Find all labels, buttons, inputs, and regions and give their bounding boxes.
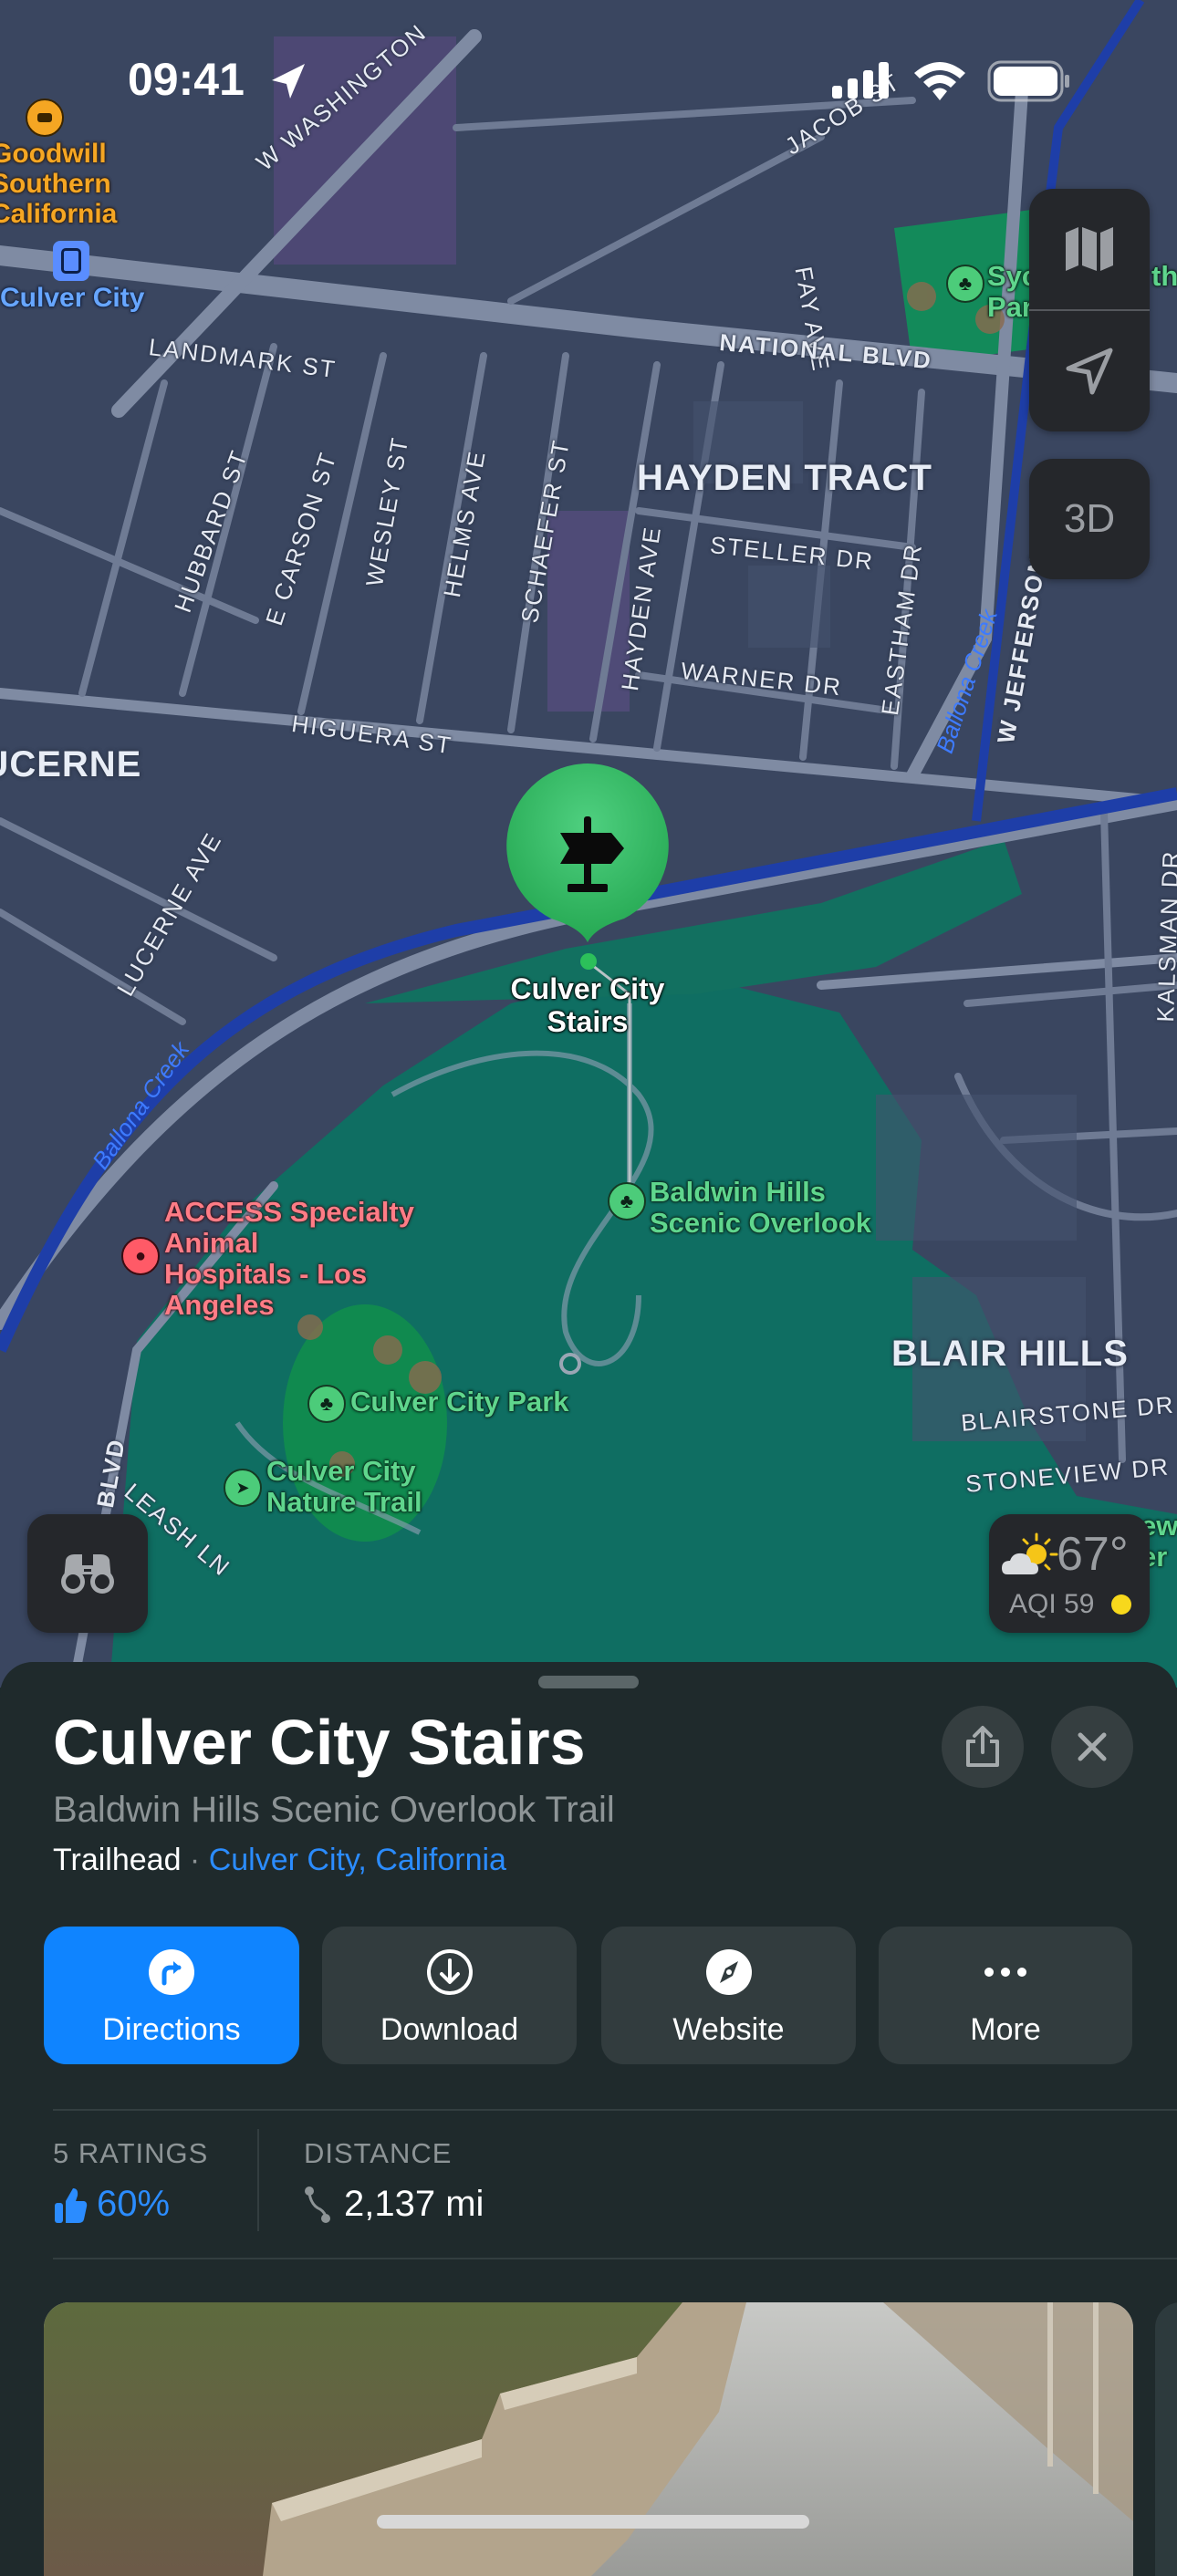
map-icon bbox=[1066, 227, 1113, 271]
more-button[interactable]: More bbox=[879, 1927, 1132, 2064]
poi-baldwin-overlook-marker[interactable]: ♣ bbox=[608, 1182, 646, 1220]
battery-icon bbox=[987, 60, 1069, 102]
location-arrow-icon bbox=[1066, 348, 1113, 395]
binoculars-icon bbox=[61, 1554, 114, 1594]
directions-label: Directions bbox=[102, 2012, 241, 2047]
distance-value-row: 2,137 mi bbox=[304, 2184, 484, 2225]
route-icon bbox=[305, 2186, 330, 2223]
signpost-icon: ➤ bbox=[235, 1478, 250, 1497]
location-arrow-icon bbox=[272, 64, 305, 99]
map-controls-group bbox=[1029, 189, 1150, 431]
signpost-icon bbox=[542, 807, 633, 898]
3d-toggle-button[interactable]: 3D bbox=[1029, 459, 1150, 579]
neighborhood-label-blair-hills: BLAIR HILLS bbox=[891, 1334, 1129, 1374]
status-time: 09:41 bbox=[128, 54, 245, 105]
poi-label-sycamore-park-right: th bbox=[1151, 260, 1177, 292]
ratings-value: 60% bbox=[97, 2184, 171, 2224]
ratings-value-row[interactable]: 60% bbox=[53, 2184, 170, 2225]
distance-label: DISTANCE bbox=[304, 2137, 453, 2169]
poi-label-access-specialty[interactable]: ACCESS Specialty Animal Hospitals - Los … bbox=[164, 1197, 414, 1321]
section-divider bbox=[53, 2109, 1177, 2111]
partly-cloudy-icon bbox=[1002, 1532, 1058, 1574]
share-icon bbox=[966, 1726, 999, 1767]
poi-culver-city-station-marker[interactable] bbox=[53, 241, 89, 281]
place-location-link[interactable]: Culver City, California bbox=[209, 1843, 506, 1877]
ellipsis-icon bbox=[982, 1948, 1029, 1996]
poi-culver-city-park-marker[interactable]: ♣ bbox=[307, 1385, 346, 1423]
poi-nature-trail-marker[interactable]: ➤ bbox=[224, 1469, 262, 1507]
aqi-label: AQI 59 bbox=[1009, 1589, 1095, 1619]
place-title: Culver City Stairs bbox=[53, 1707, 586, 1778]
directions-button[interactable]: Directions bbox=[44, 1927, 299, 2064]
download-icon bbox=[426, 1948, 474, 1996]
train-icon bbox=[61, 248, 81, 274]
look-around-button[interactable] bbox=[27, 1514, 148, 1633]
ratings-label: 5 RATINGS bbox=[53, 2137, 209, 2169]
poi-access-specialty-marker[interactable]: ● bbox=[121, 1237, 160, 1275]
meta-separator: · bbox=[181, 1843, 209, 1877]
map-view[interactable]: HAYDEN TRACT LUCERNE BLAIR HILLS W WASHI… bbox=[0, 0, 1177, 1688]
home-indicator[interactable] bbox=[377, 2515, 809, 2529]
tree-icon: ♣ bbox=[620, 1189, 634, 1212]
place-meta: Trailhead · Culver City, California bbox=[53, 1843, 506, 1878]
place-photo[interactable] bbox=[44, 2302, 1133, 2576]
download-label: Download bbox=[380, 2012, 519, 2047]
website-label: Website bbox=[672, 2012, 785, 2047]
neighborhood-label-lucerne: LUCERNE bbox=[0, 744, 142, 784]
tree-icon: ♣ bbox=[958, 272, 973, 295]
tree-icon: ♣ bbox=[319, 1392, 334, 1415]
cellular-signal-icon bbox=[832, 62, 889, 99]
selected-place-label[interactable]: Culver City Stairs bbox=[496, 972, 679, 1038]
place-photo-next[interactable] bbox=[1155, 2302, 1177, 2576]
status-bar: 09:41 bbox=[0, 0, 1177, 155]
poi-sycamore-park-marker[interactable]: ♣ bbox=[946, 265, 984, 303]
turn-right-icon bbox=[148, 1948, 195, 1996]
3d-label: 3D bbox=[1063, 496, 1116, 541]
poi-label-culver-city-park[interactable]: Culver City Park bbox=[350, 1387, 569, 1418]
current-location-button[interactable] bbox=[1029, 311, 1150, 431]
poi-label-nature-trail[interactable]: Culver City Nature Trail bbox=[266, 1456, 422, 1518]
paw-icon: ● bbox=[134, 1245, 147, 1266]
compass-icon bbox=[705, 1948, 753, 1996]
selected-place-dot bbox=[580, 953, 597, 970]
sheet-grabber-handle[interactable] bbox=[538, 1676, 639, 1688]
website-button[interactable]: Website bbox=[601, 1927, 856, 2064]
distance-value: 2,137 mi bbox=[344, 2184, 484, 2224]
stat-divider bbox=[257, 2129, 259, 2231]
thumbs-up-icon bbox=[55, 2187, 88, 2223]
poi-label-baldwin-overlook[interactable]: Baldwin Hills Scenic Overlook bbox=[650, 1177, 871, 1239]
weather-temperature: 67° bbox=[1057, 1528, 1129, 1581]
section-divider bbox=[53, 2258, 1177, 2259]
weather-widget[interactable]: 67° AQI 59 bbox=[989, 1514, 1150, 1633]
place-card-sheet: Culver City Stairs Baldwin Hills Scenic … bbox=[0, 1662, 1177, 2576]
neighborhood-label-hayden-tract: HAYDEN TRACT bbox=[637, 458, 932, 498]
place-subtitle: Baldwin Hills Scenic Overlook Trail bbox=[53, 1790, 615, 1830]
selected-place-pin[interactable] bbox=[504, 762, 672, 944]
download-button[interactable]: Download bbox=[322, 1927, 577, 2064]
poi-label-culver-city-station[interactable]: Culver City bbox=[0, 283, 144, 314]
map-mode-button[interactable] bbox=[1029, 189, 1150, 309]
close-button[interactable] bbox=[1051, 1706, 1133, 1788]
place-category: Trailhead bbox=[53, 1843, 182, 1877]
share-button[interactable] bbox=[942, 1706, 1024, 1788]
wifi-icon bbox=[914, 62, 965, 100]
aqi-indicator-dot bbox=[1111, 1594, 1131, 1615]
close-icon bbox=[1078, 1732, 1107, 1761]
more-label: More bbox=[970, 2012, 1041, 2047]
